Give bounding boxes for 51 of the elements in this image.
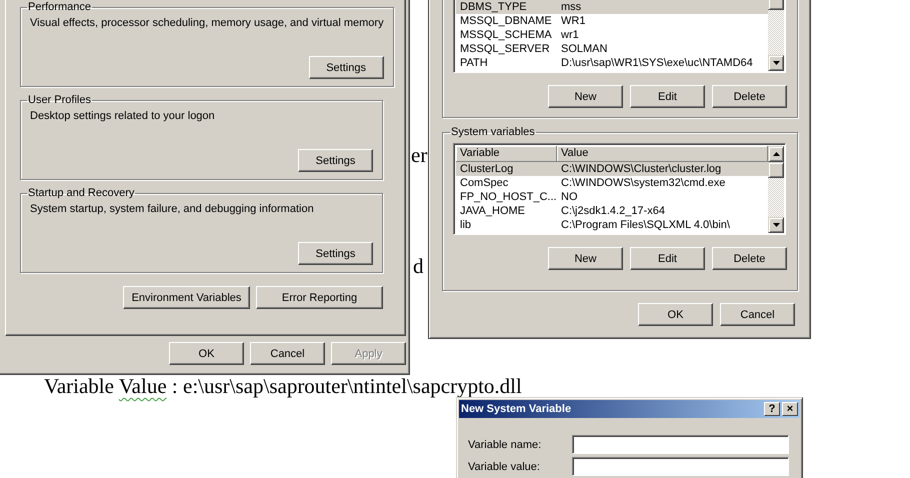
caret-up-icon <box>772 152 780 156</box>
group-description: Visual effects, processor scheduling, memory usage, and virtual memory <box>30 17 384 29</box>
group-title: Performance <box>27 1 92 13</box>
scrollbar-thumb[interactable] <box>768 162 784 178</box>
list-row[interactable]: ComSpec C:\WINDOWS\system32\cmd.exe <box>456 176 768 190</box>
input-field[interactable] <box>572 457 789 476</box>
dialog-button[interactable]: Cancel <box>250 342 325 365</box>
dialog-button[interactable]: New <box>548 247 623 270</box>
dialog-button[interactable]: New <box>548 85 623 108</box>
column-header[interactable]: Value <box>557 146 768 162</box>
dialog-button[interactable]: Edit <box>630 247 705 270</box>
caret-down-icon <box>772 223 780 227</box>
list-row[interactable]: MSSQL_SERVER SOLMAN <box>456 42 768 56</box>
scroll-down-button[interactable] <box>768 217 784 233</box>
title-bar-button[interactable]: ? <box>764 402 780 416</box>
dialog-button[interactable]: OK <box>169 342 244 365</box>
dialog-button[interactable]: Cancel <box>720 303 795 326</box>
list-row[interactable]: FP_NO_HOST_C... NO <box>456 190 768 204</box>
document-text: er <box>411 143 428 168</box>
list-row[interactable]: JAVA_HOME C:\j2sdk1.4.2_17-x64 <box>456 204 768 218</box>
title-bar-button[interactable]: × <box>782 402 798 416</box>
dialog-button[interactable]: Delete <box>712 247 787 270</box>
field-label: Variable name: <box>468 438 542 450</box>
group-description: Desktop settings related to your logon <box>30 110 216 122</box>
group-title: System variables <box>450 126 536 138</box>
dialog-button[interactable]: OK <box>638 303 713 326</box>
scroll-up-button[interactable] <box>768 146 784 162</box>
caret-down-icon <box>772 61 780 65</box>
document-text: Variable Value : e:\usr\sap\saprouter\ntintel\sapcrypto.dll <box>44 374 522 399</box>
list-row[interactable]: lib C:\Program Files\SQLXML 4.0\bin\ <box>456 218 768 232</box>
field-label: Variable value: <box>468 460 541 472</box>
dialog-button[interactable]: Environment Variables <box>123 286 250 309</box>
settings-button[interactable]: Settings <box>298 149 373 172</box>
list-row[interactable]: PATH D:\usr\sap\WR1\SYS\exe\uc\NTAMD64 <box>456 56 768 70</box>
scroll-down-button[interactable] <box>768 55 784 71</box>
document-text: d <box>413 254 424 279</box>
dialog-button[interactable]: Delete <box>712 85 787 108</box>
settings-button[interactable]: Settings <box>298 242 373 265</box>
list-row[interactable]: MSSQL_DBNAME WR1 <box>456 14 768 28</box>
window-title: New System Variable <box>461 403 572 415</box>
settings-button[interactable]: Settings <box>308 56 384 79</box>
group-description: System startup, system failure, and debugging information <box>30 203 315 215</box>
column-header[interactable]: Variable <box>456 146 557 162</box>
dialog-button[interactable]: Edit <box>630 85 705 108</box>
list-row[interactable]: ClusterLog C:\WINDOWS\Cluster\cluster.log <box>456 162 768 176</box>
group-title: Startup and Recovery <box>27 187 136 199</box>
list-row[interactable]: DBMS_TYPE mss <box>456 0 768 14</box>
dialog-button[interactable]: Error Reporting <box>256 286 383 309</box>
list-row[interactable]: MSSQL_SCHEMA wr1 <box>456 28 768 42</box>
input-field[interactable] <box>572 435 789 454</box>
group-title: User Profiles <box>27 94 92 106</box>
